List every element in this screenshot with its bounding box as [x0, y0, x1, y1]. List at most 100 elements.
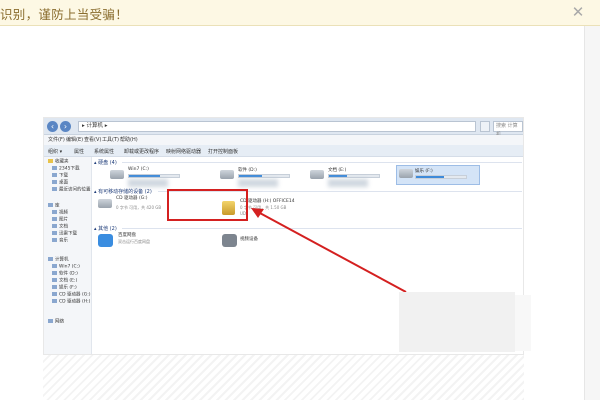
- section-removable[interactable]: ▴ 有可移动存储的设备 (2): [94, 188, 152, 195]
- video-icon: [52, 210, 57, 214]
- folder-icon: [52, 231, 57, 235]
- cd-drive-icon: [52, 299, 57, 303]
- menu-help[interactable]: 帮助(H): [120, 136, 138, 143]
- nav-label: 桌面: [59, 180, 68, 186]
- video-device[interactable]: 视频设备: [222, 232, 302, 254]
- nav-label: 库: [55, 203, 60, 209]
- menu-edit[interactable]: 编辑(E): [66, 136, 83, 143]
- nav-item[interactable]: 文档: [52, 224, 68, 231]
- refresh-button[interactable]: [480, 121, 490, 132]
- drive-usage-bar: [128, 174, 180, 178]
- drive-name: CD 驱动器 (H:) OFFICE14: [240, 199, 295, 204]
- drive-icon: [52, 264, 57, 268]
- section-other[interactable]: ▴ 其他 (2): [94, 225, 117, 232]
- nav-label: 文档: [59, 224, 68, 230]
- banner-text: 识别，谨防上当受骗！: [0, 7, 129, 22]
- drive-icon: [52, 285, 57, 289]
- baidu-netdisk[interactable]: 百度网盘 双击运行百度网盘: [94, 232, 194, 254]
- nav-label: 收藏夹: [55, 159, 69, 165]
- drive-icon: [399, 169, 413, 178]
- drive-name: CD 驱动器 (G:): [116, 196, 148, 201]
- toolbar: 组织 ▾ 属性 系统属性 卸载或更改程序 映射网络驱动器 打开控制面板: [44, 145, 523, 157]
- address-bar-area: ‹ › ▸ 计算机 ▸ 搜索 计算机: [44, 118, 523, 138]
- menu-view[interactable]: 查看(V): [84, 136, 101, 143]
- nav-item[interactable]: 迅雷下载: [52, 231, 77, 238]
- nav-item[interactable]: 文档 (E:): [52, 278, 77, 285]
- drive-icon: [52, 271, 57, 275]
- system-properties-button[interactable]: 系统属性: [94, 148, 114, 155]
- scrollbar[interactable]: [584, 26, 600, 400]
- nav-label: 网络: [55, 319, 64, 325]
- close-icon[interactable]: ✕: [568, 2, 588, 22]
- folder-icon: [52, 166, 57, 170]
- control-panel-button[interactable]: 打开控制面板: [208, 148, 238, 155]
- drive-usage-bar: [238, 174, 290, 178]
- item-name: 视频设备: [240, 237, 258, 242]
- nav-label: Win7 (C:): [59, 264, 80, 270]
- nav-item[interactable]: Win7 (C:): [52, 264, 80, 271]
- menu-tools[interactable]: 工具(T): [102, 136, 119, 143]
- download-icon: [52, 173, 57, 177]
- warning-banner: 识别，谨防上当受骗！ ✕: [0, 0, 600, 26]
- divider: [122, 162, 522, 163]
- item-sub: 双击运行百度网盘: [118, 239, 150, 244]
- nav-item[interactable]: 软件 (D:): [52, 271, 78, 278]
- drive-name: Win7 (C:): [128, 167, 149, 172]
- nav-label: 计算机: [55, 257, 69, 263]
- drive-icon: [110, 170, 124, 179]
- nav-label: 2345下载: [59, 166, 80, 172]
- back-icon[interactable]: ‹: [47, 121, 58, 132]
- nav-item[interactable]: 视频: [52, 210, 68, 217]
- network-icon: [48, 319, 53, 323]
- map-drive-button[interactable]: 映射网络驱动器: [166, 148, 201, 155]
- menu-file[interactable]: 文件(F): [48, 136, 65, 143]
- address-field[interactable]: ▸ 计算机 ▸: [78, 121, 476, 132]
- computer-icon: [48, 257, 53, 261]
- nav-item[interactable]: 2345下载: [52, 166, 79, 173]
- nav-item[interactable]: 图片: [52, 217, 68, 224]
- uninstall-button[interactable]: 卸载或更改程序: [124, 148, 159, 155]
- desktop-icon: [52, 180, 57, 184]
- menu-bar: 文件(F) 编辑(E) 查看(V) 工具(T) 帮助(H): [44, 135, 523, 145]
- forward-icon[interactable]: ›: [60, 121, 71, 132]
- music-icon: [52, 238, 57, 242]
- drive-name: 娱乐 (F:): [415, 169, 433, 174]
- nav-item[interactable]: 桌面: [52, 180, 68, 187]
- drive-icon: [310, 170, 324, 179]
- nav-label: 文档 (E:): [59, 278, 78, 284]
- drive-usage-fill: [329, 175, 347, 177]
- highlight-box: [167, 189, 248, 221]
- blurred-text: [128, 179, 168, 187]
- nav-network[interactable]: 网络: [48, 319, 64, 326]
- properties-button[interactable]: 属性: [74, 148, 84, 155]
- nav-label: 最近访问的位置: [59, 187, 91, 193]
- nav-libraries[interactable]: 库: [48, 203, 60, 210]
- section-hard-disks[interactable]: ▴ 硬盘 (4): [94, 159, 117, 166]
- nav-item[interactable]: 下载: [52, 173, 68, 180]
- nav-label: 图片: [59, 217, 68, 223]
- nav-computer[interactable]: 计算机: [48, 257, 69, 264]
- nav-label: CD 驱动器 (H:): [59, 299, 91, 305]
- document-icon: [52, 224, 57, 228]
- cloud-icon: [98, 234, 113, 247]
- item-name: 百度网盘: [118, 233, 136, 238]
- search-field[interactable]: 搜索 计算机: [493, 121, 523, 138]
- drive-f[interactable]: 娱乐 (F:): [396, 165, 480, 185]
- organize-button[interactable]: 组织 ▾: [48, 148, 62, 155]
- cd-drive-icon: [98, 199, 112, 208]
- blurred-text: [238, 179, 278, 187]
- nav-label: 音乐: [59, 238, 68, 244]
- nav-favorites[interactable]: 收藏夹: [48, 159, 69, 166]
- nav-label: CD 驱动器 (G:): [59, 292, 91, 298]
- nav-item[interactable]: CD 驱动器 (H:): [52, 299, 90, 306]
- page-root: 识别，谨防上当受骗！ ✕ ‹ › ▸ 计算机 ▸ 搜索 计算机 文件(F) 编辑…: [0, 0, 600, 400]
- picture-icon: [52, 217, 57, 221]
- nav-item[interactable]: 娱乐 (F:): [52, 285, 77, 292]
- nav-label: 软件 (D:): [59, 271, 78, 277]
- nav-item[interactable]: 音乐: [52, 238, 68, 245]
- drive-usage-bar: [328, 174, 380, 178]
- nav-item[interactable]: CD 驱动器 (G:): [52, 292, 90, 299]
- camera-icon: [222, 234, 237, 247]
- drive-usage-fill: [416, 176, 444, 178]
- nav-item[interactable]: 最近访问的位置: [52, 187, 91, 194]
